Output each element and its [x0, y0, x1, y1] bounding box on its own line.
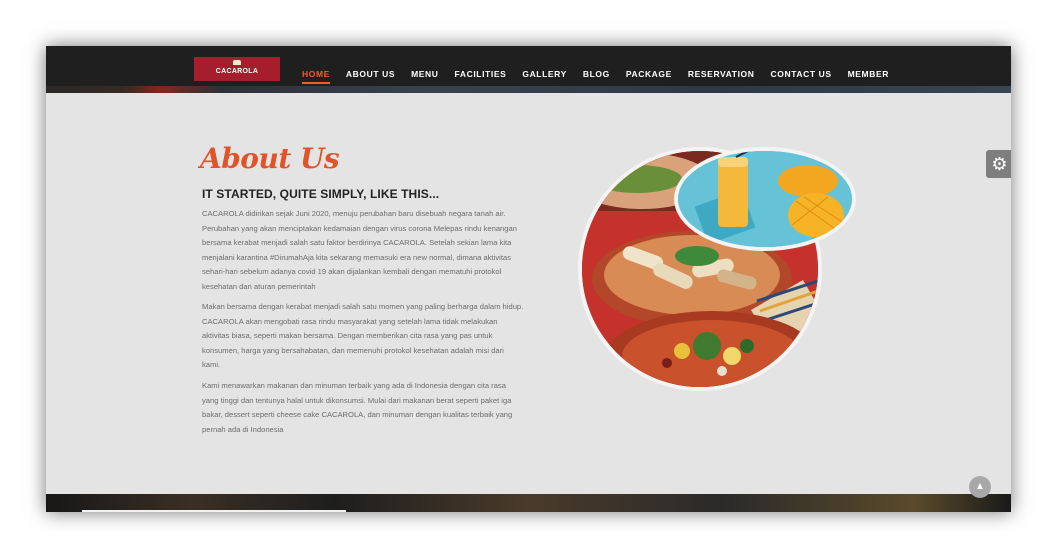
cacarola-logo[interactable]: CACAROLA	[194, 57, 280, 81]
browser-viewport: CACAROLA HOME ABOUT US MENU FACILITIES G…	[46, 46, 1011, 512]
nav-gallery[interactable]: GALLERY	[522, 69, 567, 79]
nav-background-strip	[46, 86, 1011, 93]
top-navbar: CACAROLA HOME ABOUT US MENU FACILITIES G…	[46, 46, 1011, 93]
about-us-heading: About Us	[200, 142, 340, 175]
nav-member[interactable]: MEMBER	[848, 69, 889, 79]
nav-facilities[interactable]: FACILITIES	[455, 69, 507, 79]
mango-juice-illustration	[678, 151, 852, 247]
main-menu: HOME ABOUT US MENU FACILITIES GALLERY BL…	[302, 69, 905, 84]
footer-divider	[82, 510, 346, 512]
about-paragraph-2: Makan bersama dengan kerabat menjadi sal…	[202, 302, 524, 369]
settings-panel-toggle[interactable]: ⚙	[986, 150, 1011, 178]
nav-home[interactable]: HOME	[302, 69, 330, 84]
nav-contact-us[interactable]: CONTACT US	[771, 69, 832, 79]
nav-reservation[interactable]: RESERVATION	[688, 69, 755, 79]
gear-icon: ⚙	[991, 154, 1008, 174]
chef-hat-icon	[233, 60, 241, 65]
about-subtitle: IT STARTED, QUITE SIMPLY, LIKE THIS...	[202, 187, 440, 201]
nav-blog[interactable]: BLOG	[583, 69, 610, 79]
nav-menu[interactable]: MENU	[411, 69, 438, 79]
logo-text: CACAROLA	[215, 68, 259, 75]
about-paragraph-1: CACAROLA didirikan sejak Juni 2020, menu…	[202, 209, 517, 291]
back-to-top-button[interactable]: ▲	[969, 476, 991, 498]
nav-about-us[interactable]: ABOUT US	[346, 69, 395, 79]
mango-juice-image	[674, 147, 856, 251]
nav-package[interactable]: PACKAGE	[626, 69, 672, 79]
about-paragraph-3: Kami menawarkan makanan dan minuman terb…	[202, 381, 513, 434]
chevron-up-icon: ▲	[975, 481, 985, 492]
